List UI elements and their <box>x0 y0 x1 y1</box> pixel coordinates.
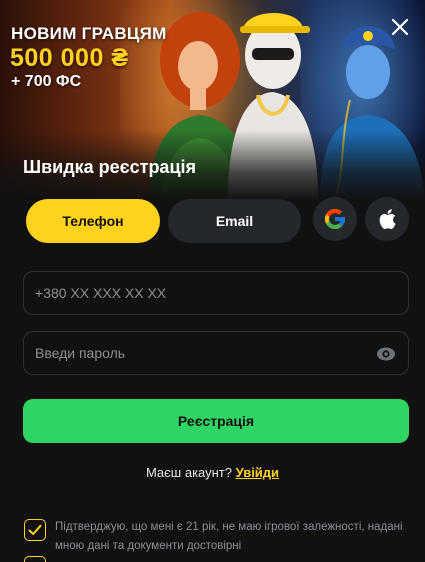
phone-input[interactable] <box>24 272 408 314</box>
close-icon <box>391 18 409 36</box>
age-consent-text: Підтверджую, що мені є 21 рік, не маю іг… <box>55 521 403 552</box>
tab-phone[interactable]: Телефон <box>26 199 160 243</box>
promo-amount: 500 000 ₴ <box>10 44 129 72</box>
password-field-wrapper <box>23 331 409 375</box>
login-prompt-row: Маєш акаунт? Увійди <box>0 465 425 480</box>
login-prompt-text: Маєш акаунт? <box>145 465 232 480</box>
apple-icon <box>379 209 396 229</box>
google-icon <box>325 209 345 229</box>
apple-login-button[interactable] <box>365 197 409 241</box>
close-button[interactable] <box>387 14 413 40</box>
age-consent-checkbox[interactable] <box>24 519 46 541</box>
password-input[interactable] <box>24 332 408 374</box>
page-title: Швидка реєстрація <box>23 157 197 177</box>
secondary-consent-checkbox[interactable] <box>24 556 46 562</box>
google-login-button[interactable] <box>313 197 357 241</box>
show-password-eye-icon[interactable] <box>376 345 396 363</box>
promo-free-spins: + 700 ФС <box>11 73 82 90</box>
register-button[interactable]: Реєстрація <box>23 399 409 443</box>
promo-banner: НОВИМ ГРАВЦЯМ 500 000 ₴ + 700 ФС Швидка … <box>0 0 425 200</box>
phone-field-wrapper <box>23 271 409 315</box>
promo-headline: НОВИМ ГРАВЦЯМ <box>11 24 167 43</box>
checkmark-icon <box>28 524 42 535</box>
tab-email[interactable]: Email <box>168 199 301 243</box>
login-link[interactable]: Увійди <box>236 465 279 480</box>
